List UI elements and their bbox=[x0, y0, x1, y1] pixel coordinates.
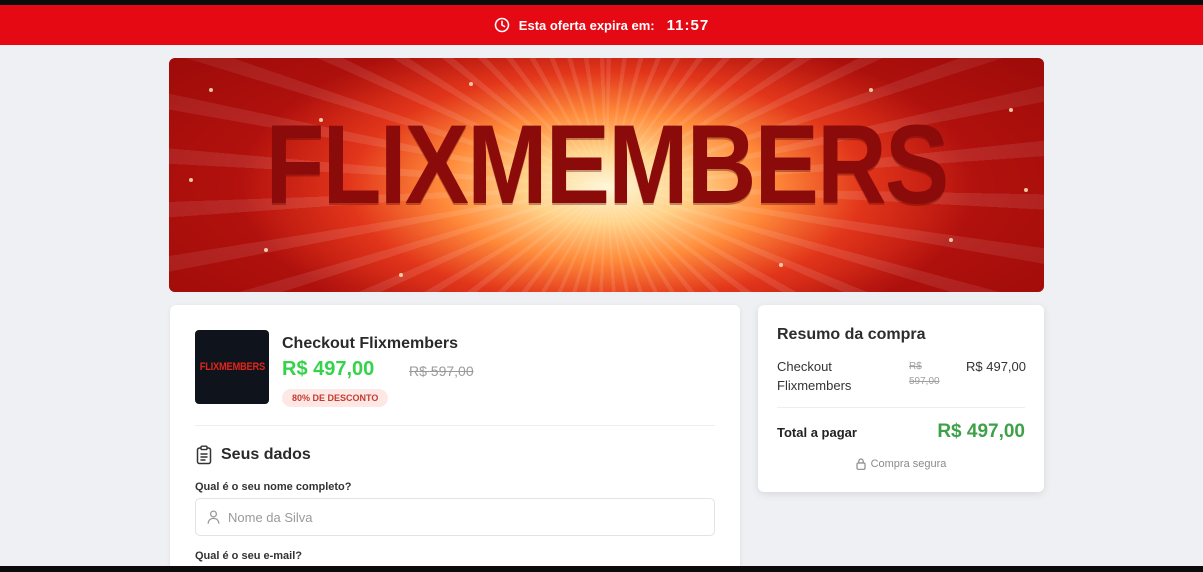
product-summary: FLIXMEMBERS Checkout Flixmembers R$ 497,… bbox=[195, 330, 715, 426]
divider bbox=[195, 425, 715, 426]
order-summary-card: Resumo da compra Checkout Flixmembers R$… bbox=[758, 305, 1044, 492]
checkout-card: FLIXMEMBERS Checkout Flixmembers R$ 497,… bbox=[170, 305, 740, 572]
offer-timer: 11:57 bbox=[666, 16, 710, 34]
summary-item-price: R$ 497,00 bbox=[966, 359, 1026, 374]
name-field-label: Qual é o seu nome completo? bbox=[195, 481, 352, 493]
hero-banner: FLIXMEMBERS bbox=[169, 58, 1044, 292]
summary-title: Resumo da compra bbox=[777, 326, 926, 343]
product-price: R$ 497,00 bbox=[282, 358, 375, 380]
secure-purchase-text: Compra segura bbox=[870, 458, 947, 470]
window-bottom-edge bbox=[0, 566, 1203, 572]
clock-icon bbox=[494, 17, 510, 33]
lock-icon bbox=[855, 458, 866, 470]
discount-badge: 80% DE DESCONTO bbox=[282, 389, 389, 407]
name-field[interactable] bbox=[195, 498, 715, 536]
clipboard-icon bbox=[195, 445, 213, 465]
product-thumbnail-text: FLIXMEMBERS bbox=[199, 361, 265, 373]
email-field-label: Qual é o seu e-mail? bbox=[195, 550, 302, 562]
name-input[interactable] bbox=[228, 509, 688, 525]
summary-item-old-price: R$ 597,00 bbox=[909, 361, 940, 387]
product-old-price: R$ 597,00 bbox=[409, 363, 474, 379]
total-value: R$ 497,00 bbox=[937, 421, 1025, 442]
product-title: Checkout Flixmembers bbox=[282, 335, 459, 352]
section-title: Seus dados bbox=[221, 446, 311, 463]
product-thumbnail: FLIXMEMBERS bbox=[195, 330, 269, 404]
user-icon bbox=[207, 510, 220, 524]
offer-expire-label: Esta oferta expira em: bbox=[518, 17, 655, 33]
summary-item-name: Checkout Flixmembers bbox=[777, 359, 852, 393]
secure-purchase-note: Compra segura bbox=[758, 458, 1044, 470]
section-heading-your-data: Seus dados bbox=[195, 445, 311, 465]
banner-logo-text: FLIXMEMBERS bbox=[265, 102, 949, 227]
offer-countdown-bar: Esta oferta expira em: 11:57 bbox=[0, 5, 1203, 45]
summary-divider bbox=[777, 407, 1025, 408]
total-label: Total a pagar bbox=[777, 425, 857, 440]
